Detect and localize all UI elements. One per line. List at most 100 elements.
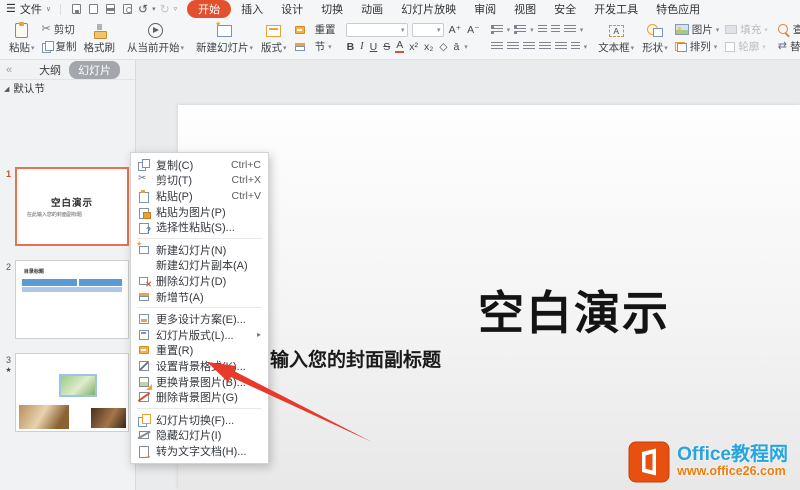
tab-animations[interactable]: 动画 <box>353 0 391 18</box>
menu-item-new-slide[interactable]: 新建幻灯片(N) <box>131 242 268 258</box>
picture-button[interactable]: 图片▾ <box>673 22 722 37</box>
justify-icon[interactable] <box>539 42 551 51</box>
tab-design[interactable]: 设计 <box>273 0 311 18</box>
slide-subtitle-text[interactable]: 输入您的封面副标题 <box>270 345 441 372</box>
strikethrough-button[interactable]: S <box>382 41 391 53</box>
tab-insert[interactable]: 插入 <box>233 0 271 18</box>
replace-button[interactable]: ⇄替换▾ <box>776 39 800 54</box>
caret-icon: ▾ <box>31 44 35 52</box>
default-section-header[interactable]: ◢ 默认节 <box>0 80 135 97</box>
reset-button[interactable]: 重置 <box>292 22 338 37</box>
transition-icon <box>138 414 150 426</box>
font-color-button[interactable]: A <box>395 40 404 53</box>
tab-transitions[interactable]: 切换 <box>313 0 351 18</box>
menu-item-delete-background-picture[interactable]: 删除背景图片(G) <box>131 389 268 405</box>
divider <box>60 4 61 15</box>
increase-indent-icon[interactable] <box>551 25 560 34</box>
find-button[interactable]: 查找 <box>776 22 800 37</box>
menu-item-convert-to-text-document[interactable]: 转为文字文档(H)... <box>131 443 268 459</box>
shapes-button[interactable]: 形状▾ <box>639 20 671 56</box>
collapse-panel-icon[interactable]: « <box>6 64 12 76</box>
output-icon[interactable] <box>87 3 100 16</box>
tab-view[interactable]: 视图 <box>506 0 544 18</box>
align-center-icon[interactable] <box>507 42 519 51</box>
table-header-bar <box>22 279 123 285</box>
slide-thumbnail-1[interactable]: 空白演示 在此输入您的封面副标题 <box>15 167 129 246</box>
menu-item-paste-special[interactable]: 选择性粘贴(S)... <box>131 219 268 235</box>
save-icon[interactable] <box>70 3 83 16</box>
tab-slides[interactable]: 幻灯片 <box>69 61 120 79</box>
tab-developer[interactable]: 开发工具 <box>586 0 646 18</box>
menu-item-add-section[interactable]: 新增节(A) <box>131 289 268 305</box>
tab-special-features[interactable]: 特色应用 <box>648 0 708 18</box>
layout-button[interactable]: 版式▾ <box>258 20 290 56</box>
paste-icon <box>138 190 150 202</box>
menu-item-more-designs[interactable]: 更多设计方案(E)... <box>131 311 268 327</box>
menu-item-reset[interactable]: 重置(R) <box>131 343 268 359</box>
tab-review[interactable]: 审阅 <box>466 0 504 18</box>
decrease-indent-icon[interactable] <box>538 25 547 34</box>
menu-item-change-background-picture[interactable]: 更换背景图片(B)... <box>131 374 268 390</box>
clear-format-button[interactable]: ◇ <box>438 41 448 53</box>
section-button[interactable]: 节▾ <box>292 39 338 54</box>
file-menu[interactable]: 文件 <box>20 1 42 17</box>
layout-icon <box>266 25 281 37</box>
superscript-button[interactable]: x² <box>408 41 419 53</box>
menu-item-paste-as-picture[interactable]: 粘贴为图片(P) <box>131 204 268 220</box>
print-preview-icon[interactable] <box>121 3 134 16</box>
underline-button[interactable]: U <box>369 41 379 53</box>
watermark: Office教程网 www.office26.com <box>625 438 796 486</box>
char-color-button[interactable]: ā <box>452 41 460 53</box>
tab-slideshow[interactable]: 幻灯片放映 <box>393 0 464 18</box>
tab-home[interactable]: 开始 <box>187 0 231 18</box>
distribute-icon[interactable] <box>555 42 567 51</box>
align-right-icon[interactable] <box>523 42 535 51</box>
print-icon[interactable] <box>104 3 117 16</box>
slide-canvas[interactable]: 空白演示 输入您的封面副标题 Office教程网 www.office26.co… <box>178 105 800 490</box>
menu-item-set-background-format[interactable]: 设置背景格式(K)... <box>131 358 268 374</box>
undo-dropdown-icon[interactable]: ▾ <box>152 5 156 13</box>
align-left-icon[interactable] <box>491 42 503 51</box>
menu-item-paste[interactable]: 粘贴(P)Ctrl+V <box>131 188 268 204</box>
menu-item-cut[interactable]: 剪切(T)Ctrl+X <box>131 173 268 189</box>
cut-button[interactable]: ✂剪切 <box>40 22 79 37</box>
menu-item-delete-slide[interactable]: 删除幻灯片(D) <box>131 273 268 289</box>
copy-button[interactable]: 复制 <box>40 39 79 54</box>
tab-outline[interactable]: 大纲 <box>39 62 61 78</box>
slide-title-text[interactable]: 空白演示 <box>478 277 670 343</box>
text-direction-icon[interactable] <box>564 25 576 34</box>
thumb-title: 目录标题 <box>24 268 44 275</box>
menu-item-slide-layout[interactable]: 幻灯片版式(L)...▸ <box>131 327 268 343</box>
menu-item-hide-slide[interactable]: 隐藏幻灯片(I) <box>131 428 268 444</box>
line-spacing-icon[interactable] <box>571 42 580 51</box>
text-box-button[interactable]: A 文本框▾ <box>595 20 637 56</box>
slide-thumbnail-3[interactable] <box>15 353 129 432</box>
paste-icon <box>15 23 28 38</box>
slide-number: 1 <box>3 169 14 179</box>
numbering-icon[interactable] <box>514 25 526 34</box>
arrange-button[interactable]: 排列▾ <box>673 39 722 54</box>
paste-button[interactable]: 粘贴▾ <box>6 20 38 56</box>
file-chevron-down-icon[interactable]: ∨ <box>46 5 51 13</box>
bold-button[interactable]: B <box>346 41 356 53</box>
menu-item-duplicate-slide[interactable]: 新建幻灯片副本(A) <box>131 258 268 274</box>
section-icon <box>294 41 306 53</box>
customize-toolbar-icon[interactable]: ▿ <box>174 5 178 13</box>
play-from-current-button[interactable]: 从当前开始▾ <box>124 20 187 56</box>
change-background-icon <box>138 376 150 388</box>
bullets-icon[interactable] <box>491 25 503 34</box>
tab-security[interactable]: 安全 <box>546 0 584 18</box>
font-family-select[interactable]: ▾ <box>346 23 408 37</box>
new-slide-button[interactable]: 新建幻灯片▾ <box>193 20 256 56</box>
italic-button[interactable]: I <box>359 41 365 52</box>
undo-icon[interactable]: ↺ <box>138 3 148 15</box>
format-painter-button[interactable]: 格式刷 <box>81 20 119 56</box>
menu-item-copy[interactable]: 复制(C)Ctrl+C <box>131 157 268 173</box>
grow-font-button[interactable]: A⁺ <box>448 24 463 36</box>
menu-item-slide-transition[interactable]: 幻灯片切换(F)... <box>131 412 268 428</box>
subscript-button[interactable]: x₂ <box>423 41 434 53</box>
shrink-font-button[interactable]: A⁻ <box>466 24 481 36</box>
slide-thumbnail-2[interactable]: 目录标题 <box>15 260 129 339</box>
font-size-select[interactable]: ▾ <box>412 23 444 37</box>
hamburger-icon[interactable]: ☰ <box>6 4 16 15</box>
